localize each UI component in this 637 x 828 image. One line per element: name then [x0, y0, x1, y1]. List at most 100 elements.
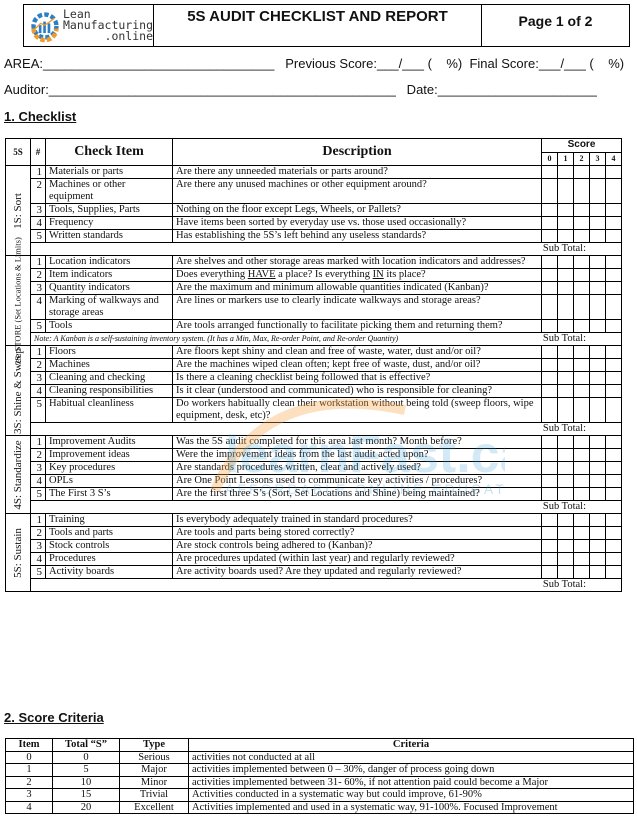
- score-cell-2[interactable]: [573, 474, 590, 488]
- score-cell-0[interactable]: [541, 203, 558, 217]
- score-cell-2[interactable]: [573, 358, 590, 372]
- score-cell-3[interactable]: [589, 319, 606, 333]
- score-cell-3[interactable]: [589, 358, 606, 372]
- score-cell-4[interactable]: [605, 165, 622, 179]
- score-cell-4[interactable]: [605, 345, 622, 359]
- score-cell-3[interactable]: [589, 229, 606, 243]
- score-cell-3[interactable]: [589, 371, 606, 385]
- score-cell-0[interactable]: [541, 565, 558, 579]
- score-cell-2[interactable]: [573, 319, 590, 333]
- score-cell-0[interactable]: [541, 345, 558, 359]
- score-cell-0[interactable]: [541, 255, 558, 269]
- score-cell-4[interactable]: [605, 178, 622, 204]
- score-cell-1[interactable]: [557, 487, 574, 501]
- score-cell-2[interactable]: [573, 397, 590, 423]
- score-cell-4[interactable]: [605, 203, 622, 217]
- score-cell-0[interactable]: [541, 539, 558, 553]
- score-cell-3[interactable]: [589, 435, 606, 449]
- score-cell-0[interactable]: [541, 397, 558, 423]
- score-cell-1[interactable]: [557, 255, 574, 269]
- score-cell-4[interactable]: [605, 513, 622, 527]
- score-cell-4[interactable]: [605, 229, 622, 243]
- area-score-line[interactable]: AREA:________________________________ Pr…: [4, 56, 624, 71]
- score-cell-4[interactable]: [605, 552, 622, 566]
- score-cell-3[interactable]: [589, 268, 606, 282]
- score-cell-0[interactable]: [541, 384, 558, 398]
- score-cell-4[interactable]: [605, 565, 622, 579]
- score-cell-0[interactable]: [541, 552, 558, 566]
- score-cell-2[interactable]: [573, 255, 590, 269]
- score-cell-4[interactable]: [605, 255, 622, 269]
- score-cell-2[interactable]: [573, 513, 590, 527]
- score-cell-1[interactable]: [557, 371, 574, 385]
- score-cell-0[interactable]: [541, 448, 558, 462]
- score-cell-0[interactable]: [541, 474, 558, 488]
- score-cell-2[interactable]: [573, 294, 590, 320]
- score-cell-4[interactable]: [605, 461, 622, 475]
- score-cell-3[interactable]: [589, 513, 606, 527]
- score-cell-1[interactable]: [557, 435, 574, 449]
- score-cell-4[interactable]: [605, 397, 622, 423]
- score-cell-1[interactable]: [557, 448, 574, 462]
- score-cell-2[interactable]: [573, 448, 590, 462]
- score-cell-3[interactable]: [589, 178, 606, 204]
- score-cell-4[interactable]: [605, 539, 622, 553]
- score-cell-2[interactable]: [573, 345, 590, 359]
- auditor-date-line[interactable]: Auditor:________________________________…: [4, 82, 597, 97]
- score-cell-4[interactable]: [605, 487, 622, 501]
- score-cell-1[interactable]: [557, 294, 574, 320]
- score-cell-2[interactable]: [573, 461, 590, 475]
- score-cell-1[interactable]: [557, 397, 574, 423]
- score-cell-1[interactable]: [557, 513, 574, 527]
- score-cell-4[interactable]: [605, 268, 622, 282]
- score-cell-4[interactable]: [605, 294, 622, 320]
- score-cell-0[interactable]: [541, 268, 558, 282]
- score-cell-2[interactable]: [573, 281, 590, 295]
- score-cell-4[interactable]: [605, 435, 622, 449]
- score-cell-3[interactable]: [589, 474, 606, 488]
- score-cell-4[interactable]: [605, 448, 622, 462]
- score-cell-2[interactable]: [573, 371, 590, 385]
- score-cell-3[interactable]: [589, 165, 606, 179]
- score-cell-3[interactable]: [589, 294, 606, 320]
- score-cell-1[interactable]: [557, 216, 574, 230]
- score-cell-3[interactable]: [589, 216, 606, 230]
- score-cell-3[interactable]: [589, 281, 606, 295]
- score-cell-4[interactable]: [605, 358, 622, 372]
- score-cell-3[interactable]: [589, 384, 606, 398]
- score-cell-1[interactable]: [557, 539, 574, 553]
- score-cell-0[interactable]: [541, 461, 558, 475]
- score-cell-1[interactable]: [557, 474, 574, 488]
- score-cell-0[interactable]: [541, 281, 558, 295]
- score-cell-2[interactable]: [573, 229, 590, 243]
- score-cell-1[interactable]: [557, 203, 574, 217]
- score-cell-1[interactable]: [557, 565, 574, 579]
- score-cell-0[interactable]: [541, 526, 558, 540]
- score-cell-2[interactable]: [573, 539, 590, 553]
- score-cell-0[interactable]: [541, 165, 558, 179]
- score-cell-3[interactable]: [589, 448, 606, 462]
- score-cell-3[interactable]: [589, 487, 606, 501]
- score-cell-3[interactable]: [589, 526, 606, 540]
- score-cell-1[interactable]: [557, 552, 574, 566]
- score-cell-1[interactable]: [557, 281, 574, 295]
- score-cell-1[interactable]: [557, 384, 574, 398]
- score-cell-0[interactable]: [541, 435, 558, 449]
- score-cell-2[interactable]: [573, 565, 590, 579]
- score-cell-4[interactable]: [605, 384, 622, 398]
- score-cell-3[interactable]: [589, 565, 606, 579]
- score-cell-1[interactable]: [557, 461, 574, 475]
- score-cell-3[interactable]: [589, 552, 606, 566]
- score-cell-0[interactable]: [541, 371, 558, 385]
- score-cell-1[interactable]: [557, 526, 574, 540]
- score-cell-1[interactable]: [557, 229, 574, 243]
- score-cell-1[interactable]: [557, 268, 574, 282]
- score-cell-0[interactable]: [541, 178, 558, 204]
- score-cell-1[interactable]: [557, 165, 574, 179]
- score-cell-2[interactable]: [573, 435, 590, 449]
- score-cell-3[interactable]: [589, 397, 606, 423]
- score-cell-4[interactable]: [605, 216, 622, 230]
- score-cell-0[interactable]: [541, 513, 558, 527]
- score-cell-3[interactable]: [589, 255, 606, 269]
- score-cell-2[interactable]: [573, 487, 590, 501]
